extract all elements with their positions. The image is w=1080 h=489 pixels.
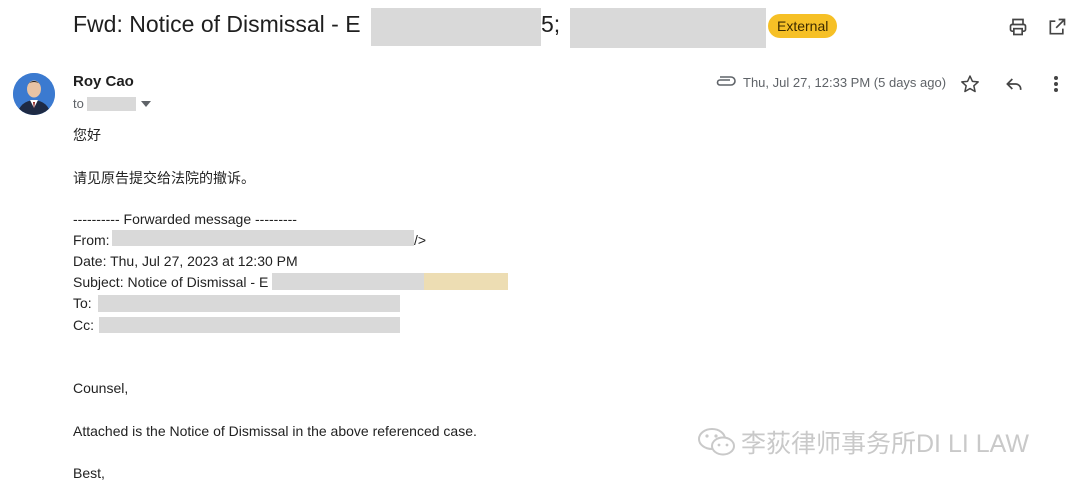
- to-label: to: [73, 96, 84, 111]
- from-tail: />: [414, 232, 427, 248]
- watermark: 李荻律师事务所DI LI LAW: [697, 424, 1029, 460]
- best-text: Best,: [73, 465, 105, 481]
- recipient-line: to: [73, 96, 84, 111]
- open-in-new-icon: [1049, 18, 1066, 35]
- to-line: To:: [73, 295, 92, 311]
- subject-line-highlight: [424, 273, 508, 290]
- reply-button[interactable]: [1002, 72, 1026, 96]
- subject-redaction-2: [570, 8, 766, 48]
- print-icon: [1009, 18, 1027, 36]
- subject-line: Subject: Notice of Dismissal - E: [73, 274, 269, 290]
- cc-redaction: [99, 317, 400, 333]
- star-button[interactable]: [958, 72, 982, 96]
- more-options-button[interactable]: [1046, 72, 1066, 96]
- external-badge: External: [768, 14, 838, 38]
- recipient-details-toggle[interactable]: [139, 97, 153, 111]
- greeting: 您好: [73, 127, 101, 143]
- subject-fragment: 5;: [541, 11, 561, 37]
- from-redaction: [112, 230, 414, 246]
- more-vert-icon: [1054, 76, 1058, 92]
- dropdown-icon: [141, 101, 151, 107]
- print-button[interactable]: [1005, 14, 1031, 40]
- email-subject: Fwd: Notice of Dismissal - E: [73, 11, 361, 38]
- star-icon: [961, 75, 979, 93]
- sender-name[interactable]: Roy Cao: [73, 73, 134, 90]
- open-in-new-window-button[interactable]: [1044, 14, 1070, 40]
- watermark-text: 李荻律师事务所DI LI LAW: [741, 430, 1029, 458]
- counsel-text: Counsel,: [73, 380, 129, 396]
- forward-header: ---------- Forwarded message ---------: [73, 211, 297, 227]
- reply-icon: [1006, 78, 1022, 90]
- wechat-icon: [698, 428, 735, 456]
- cc-line: Cc:: [73, 317, 94, 333]
- recipient-redaction: [87, 97, 136, 111]
- attachment-indicator: [715, 74, 737, 93]
- attached-text: Attached is the Notice of Dismissal in t…: [73, 423, 477, 439]
- avatar: [13, 73, 55, 115]
- from-label: From:: [73, 232, 110, 248]
- date-line: Date: Thu, Jul 27, 2023 at 12:30 PM: [73, 253, 298, 269]
- message-date: Thu, Jul 27, 12:33 PM (5 days ago): [743, 75, 947, 90]
- attachment-icon: [716, 76, 736, 86]
- subject-redaction-1: [371, 8, 541, 46]
- note-text: 请见原告提交给法院的撤诉。: [73, 170, 255, 186]
- to-redaction: [98, 295, 400, 312]
- subject-prefix: Fwd: Notice of Dismissal - E: [73, 11, 361, 37]
